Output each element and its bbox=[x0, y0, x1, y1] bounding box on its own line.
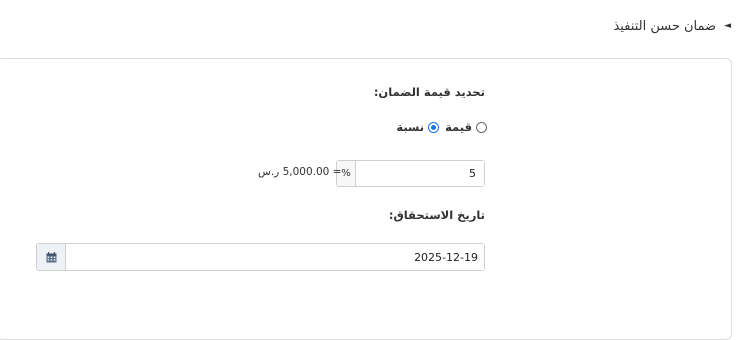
due-date-input-group bbox=[36, 243, 485, 271]
calendar-button[interactable] bbox=[37, 244, 66, 270]
radio-value-label[interactable]: قيمة bbox=[445, 120, 472, 134]
percentage-input-group: % bbox=[336, 160, 485, 187]
radio-percentage-label[interactable]: نسبة bbox=[396, 120, 424, 134]
computed-amount: = 5,000.00 ر.س bbox=[258, 166, 342, 178]
guarantee-value-label: تحديد قيمة الضمان: bbox=[373, 85, 485, 99]
due-date-label: تاريخ الاستحقاق: bbox=[388, 208, 485, 222]
percentage-input[interactable] bbox=[356, 161, 484, 186]
radio-percentage[interactable] bbox=[428, 121, 440, 133]
due-date-input[interactable] bbox=[66, 244, 484, 270]
collapse-toggle-icon[interactable]: ◄ bbox=[724, 21, 731, 31]
section-title: ضمان حسن التنفيذ bbox=[613, 18, 717, 34]
calendar-icon bbox=[46, 251, 56, 262]
value-type-radio-group: قيمة نسبة bbox=[396, 120, 487, 134]
section-header-performance-guarantee[interactable]: ◄ ضمان حسن التنفيذ bbox=[613, 14, 731, 38]
guarantee-card bbox=[0, 58, 732, 340]
radio-value[interactable] bbox=[476, 121, 487, 133]
